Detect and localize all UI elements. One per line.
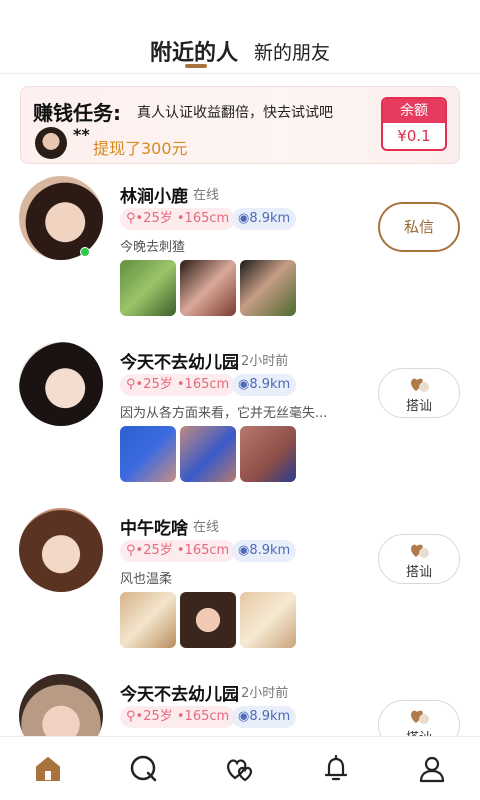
location-pin-icon: ⚲ [126,709,136,724]
location-pin-icon: ⚲ [126,211,136,226]
message-button[interactable]: 私信 [378,202,460,252]
task-title: 赚钱任务: [33,101,121,125]
distance-tag: ◉8.9km [232,374,297,396]
bell-icon[interactable] [320,753,352,785]
age-height-tag: ⚲•25岁 •165cm [120,706,236,728]
user-name: 中午吃啥 [120,519,188,539]
photo-thumbnail[interactable] [120,426,176,482]
age-height-tag: ⚲•25岁 •165cm [120,540,236,562]
user-name: 今天不去幼儿园 [120,685,239,705]
photo-thumbnail[interactable] [180,592,236,648]
photo-thumbnail[interactable] [240,426,296,482]
photo-thumbnail[interactable] [240,260,296,316]
location-pin-icon: ⚲ [126,377,136,392]
greet-button[interactable]: 搭讪 [378,700,460,736]
greet-label: 搭讪 [379,727,459,736]
photo-thumbnail[interactable] [120,260,176,316]
age-height-tag: ⚲•25岁 •165cm [120,208,236,230]
user-bio: 因为从各方面来看，它并无丝毫失... [120,406,328,421]
greet-button[interactable]: 搭讪 [378,368,460,418]
avatar[interactable] [19,508,103,592]
avatar[interactable] [19,176,103,260]
hearts-icon[interactable] [224,753,256,785]
photo-thumbnail[interactable] [120,592,176,648]
task-description: 真人认证收益翻倍，快去试试吧 [137,105,333,121]
tab-new-friends[interactable]: 新的朋友 [254,38,330,65]
location-pin-icon: ⚲ [126,543,136,558]
user-name: 今天不去幼儿园 [120,353,239,373]
balance-value: ¥0.1 [397,127,431,145]
avatar[interactable] [19,342,103,426]
task-user-avatar [35,127,67,159]
user-bio: 今晚去刺猹 [120,240,186,255]
user-name: 林涧小鹿 [120,187,188,207]
distance-tag: ◉8.9km [232,540,297,562]
user-card[interactable]: 林涧小鹿 在线 ⚲•25岁 •165cm ◉8.9km 今晚去刺猹 私信 [0,176,480,342]
user-card[interactable]: 今天不去幼儿园 2小时前 ⚲•25岁 •165cm ◉8.9km 因为从各方面来… [0,342,480,508]
money-task-banner[interactable]: 赚钱任务: 真人认证收益翻倍，快去试试吧 ** 提现了300元 余额 ¥0.1 [20,86,460,164]
balance-label: 余额 [383,99,445,123]
photo-thumbnail[interactable] [180,260,236,316]
pin-icon: ◉ [238,543,250,558]
greet-label: 搭讪 [405,565,432,580]
tab-nearby[interactable]: 附近的人 [150,35,238,67]
bottom-nav [0,736,480,800]
user-status: 在线 [193,520,220,535]
user-card[interactable]: 今天不去幼儿园 2小时前 ⚲•25岁 •165cm ◉8.9km 搭讪 [0,674,480,736]
pin-icon: ◉ [238,377,250,392]
photo-thumbnail[interactable] [240,592,296,648]
greet-button[interactable]: 搭讪 [378,534,460,584]
profile-icon[interactable] [416,753,448,785]
greet-hearts-icon [411,378,429,392]
top-tabs: 附近的人 新的朋友 [0,0,480,74]
search-icon[interactable] [128,753,160,785]
age-height-tag: ⚲•25岁 •165cm [120,374,236,396]
greet-hearts-icon [411,544,429,558]
pin-icon: ◉ [238,211,250,226]
greet-label: 搭讪 [405,399,432,414]
task-user-name: ** [73,125,90,144]
tab-indicator [185,64,207,68]
online-indicator [80,247,90,257]
distance-tag: ◉8.9km [232,706,297,728]
task-withdraw-text: 提现了300元 [93,139,188,158]
user-status: 2小时前 [241,354,289,369]
greet-hearts-icon [411,710,429,724]
home-icon[interactable] [32,753,64,785]
photo-thumbnail[interactable] [180,426,236,482]
balance-card[interactable]: 余额 ¥0.1 [381,97,447,151]
pin-icon: ◉ [238,709,250,724]
user-status: 2小时前 [241,686,289,701]
user-status: 在线 [193,188,220,203]
avatar[interactable] [19,674,103,736]
user-bio: 风也温柔 [120,572,173,587]
distance-tag: ◉8.9km [232,208,297,230]
user-card[interactable]: 中午吃啥 在线 ⚲•25岁 •165cm ◉8.9km 风也温柔 搭讪 [0,508,480,674]
